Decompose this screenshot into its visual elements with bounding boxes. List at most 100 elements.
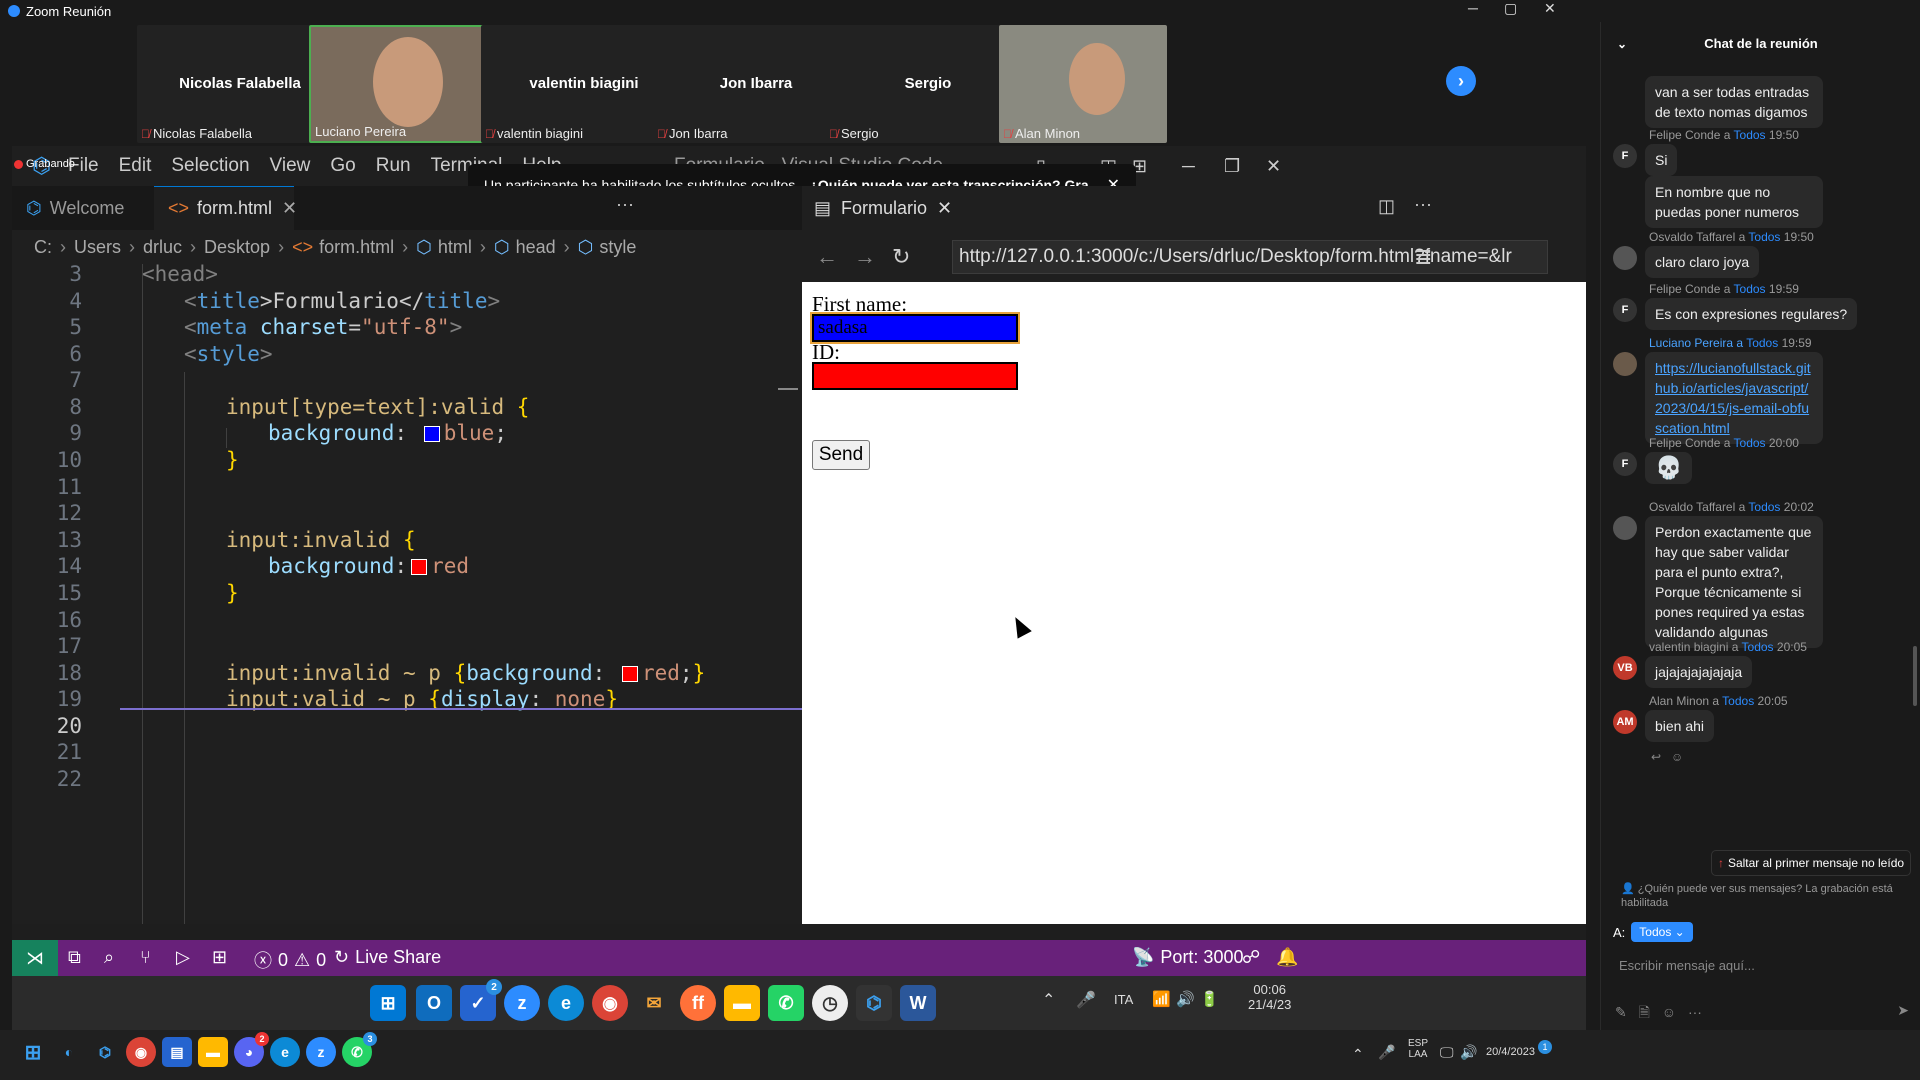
code-editor[interactable]: 3 <head> 4 <title>Formulario</title> 5 <met… [12,264,802,924]
display-icon[interactable]: 🖵 [1440,1044,1454,1061]
clock-app-icon[interactable]: ◷ [812,985,848,1021]
extensions-icon[interactable]: ⊞ [212,947,227,968]
mail-icon[interactable]: ✉ [636,985,672,1021]
menu-run[interactable]: Run [376,155,411,177]
maximize-icon[interactable]: ▢ [1504,0,1517,17]
chat-scrollbar[interactable] [1913,646,1917,706]
menu-selection[interactable]: Selection [171,155,249,177]
language-indicator[interactable]: ITA [1114,992,1133,1007]
remote-indicator-icon[interactable]: ⋊ [12,940,58,976]
breadcrumb-item[interactable]: Desktop [204,237,270,258]
file-explorer-icon[interactable]: ▬ [724,985,760,1021]
chevron-down-icon[interactable]: ⌄ [1617,22,1627,66]
emoji-react-icon[interactable]: ☺ [1671,750,1683,764]
vscode-close-icon[interactable]: ✕ [1266,156,1281,177]
scrollbar-marker[interactable] [778,388,798,390]
date[interactable]: 20/4/2023 [1486,1046,1535,1058]
outlook-icon[interactable]: O [416,985,452,1021]
color-swatch-blue[interactable] [423,426,440,442]
battery-icon[interactable]: 🔋 [1200,990,1219,1008]
recipient-select[interactable]: Todos ⌄ [1631,922,1693,942]
edge-icon[interactable]: e [270,1037,300,1067]
discord-icon[interactable]: ◕ 2 [234,1032,269,1067]
format-icon[interactable]: ✎ [1615,1004,1627,1020]
split-editor-icon[interactable]: ◫ [1378,196,1395,217]
more-icon[interactable]: ··· [1688,1004,1702,1020]
id-input[interactable] [812,362,1018,390]
first-name-input[interactable]: sadasa [812,314,1018,342]
back-icon[interactable]: ← [816,244,838,270]
vscode-taskbar-icon[interactable]: ⌬ [90,1037,120,1067]
language-indicator[interactable]: ESP LAA [1408,1038,1428,1060]
vscode-taskbar-icon[interactable]: ⌬ [856,985,892,1021]
vscode-minimize-icon[interactable]: ─ [1182,156,1195,177]
chat-message-input[interactable]: Escribir mensaje aquí... [1619,958,1899,973]
word-icon[interactable]: W [900,985,936,1021]
firefox-icon[interactable]: ff [680,985,716,1021]
file-icon[interactable]: 🗎 [1639,1004,1650,1020]
notifications-icon[interactable]: 🔔 [1276,947,1298,968]
browser-icon[interactable]: ◐ [54,1037,84,1067]
breadcrumb-item[interactable]: html [438,237,472,258]
chrome-icon[interactable]: ◉ [592,985,628,1021]
file-explorer-icon[interactable]: ▬ [198,1037,228,1067]
chevron-up-icon[interactable]: ⌃ [1042,990,1055,1010]
color-swatch-red[interactable] [621,666,638,682]
feedback-icon[interactable]: ☍ [1242,947,1260,968]
url-input[interactable]: http://127.0.0.1:3000/c:/Users/drluc/Des… [952,240,1548,274]
microphone-icon[interactable]: 🎤 [1076,990,1096,1010]
breadcrumb-item[interactable]: style [599,237,636,258]
more-actions-icon[interactable]: ··· [1414,194,1432,215]
notification-count[interactable]: 1 [1538,1040,1552,1054]
port-indicator[interactable]: 📡 Port: 3000 [1132,947,1243,968]
microphone-icon[interactable]: 🎤 [1378,1044,1395,1061]
browser-menu-icon[interactable]: ≣ [1414,244,1432,270]
volume-icon[interactable]: 🔊 [1460,1044,1477,1061]
windows-start-icon[interactable]: ⊞ [370,985,406,1021]
tab-formulario[interactable]: ▤ Formulario ✕ [814,198,952,219]
todo-icon[interactable]: ✓ 2 [460,979,502,1021]
menu-go[interactable]: Go [330,155,355,177]
forward-icon[interactable]: → [854,244,876,270]
close-tab-icon[interactable]: ✕ [937,198,952,219]
zoom-app-icon[interactable]: z [306,1037,336,1067]
source-control-icon[interactable]: ⑂ [140,947,151,968]
volume-icon[interactable]: 🔊 [1176,990,1195,1008]
chrome-icon[interactable]: ◉ [126,1037,156,1067]
breadcrumb-item[interactable]: head [516,237,556,258]
more-actions-icon[interactable]: ··· [616,194,634,215]
breadcrumb-item[interactable]: C: [34,237,52,258]
explorer-icon[interactable]: ⧉ [68,947,81,968]
live-share-button[interactable]: ↻ Live Share [334,947,441,968]
close-tab-icon[interactable]: ✕ [282,198,297,219]
reload-icon[interactable]: ↻ [892,244,910,270]
chevron-up-icon[interactable]: ⌃ [1352,1046,1364,1063]
zoom-app-icon[interactable]: z [504,985,540,1021]
reply-icon[interactable]: ↩ [1651,750,1661,764]
breadcrumb-item[interactable]: form.html [319,237,394,258]
minimize-icon[interactable]: ─ [1468,0,1478,16]
tab-form-html[interactable]: <> form.html ✕ [154,186,297,230]
search-icon[interactable]: ⌕ [104,947,114,968]
windows-start-icon[interactable]: ⊞ [18,1037,48,1067]
jump-to-unread-button[interactable]: ↑ Saltar al primer mensaje no leído [1711,850,1911,876]
participant-tile-video[interactable]: 🎙̸ Alan Minon [999,25,1167,143]
wifi-icon[interactable]: 📶 [1152,990,1171,1008]
breadcrumb-item[interactable]: Users [74,237,121,258]
problems-indicator[interactable]: ⓧ 0 ⚠ 0 [254,947,326,973]
close-icon[interactable]: ✕ [1544,0,1556,17]
tab-welcome[interactable]: ⌬ Welcome [12,186,154,230]
menu-view[interactable]: View [270,155,311,177]
next-participants-button[interactable]: › [1446,66,1476,96]
color-swatch-red[interactable] [411,559,428,575]
whatsapp-icon[interactable]: ✆ 3 [342,1032,377,1067]
notepad-icon[interactable]: ▤ [162,1037,192,1067]
whatsapp-icon[interactable]: ✆ [768,985,804,1021]
run-debug-icon[interactable]: ▷ [176,947,190,968]
menu-edit[interactable]: Edit [119,155,152,177]
clock[interactable]: 00:06 21/4/23 [1248,982,1291,1012]
emoji-icon[interactable]: ☺ [1662,1004,1676,1020]
breadcrumb-item[interactable]: drluc [143,237,182,258]
send-icon[interactable]: ➤ [1897,1002,1909,1019]
chat-link[interactable]: https://lucianofullstack.github.io/artic… [1645,352,1823,444]
